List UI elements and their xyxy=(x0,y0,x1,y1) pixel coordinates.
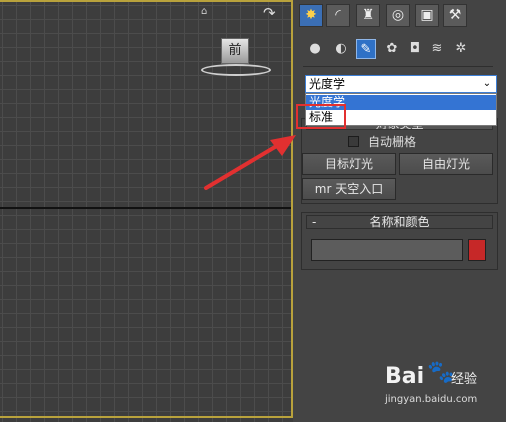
name-color-header[interactable]: - 名称和颜色 xyxy=(306,215,493,229)
light-type-dropdown[interactable]: 光度学 ⌄ xyxy=(305,75,497,93)
annotation-highlight-box xyxy=(296,104,346,129)
shapes-icon[interactable]: ◐ xyxy=(331,39,351,59)
autogrid-label: 自动栅格 xyxy=(368,135,417,149)
watermark-jingyan: 经验 xyxy=(451,372,478,387)
annotation-arrow xyxy=(204,135,296,190)
category-divider xyxy=(303,66,493,67)
utilities-icon: ⚒ xyxy=(448,7,462,23)
spacewarps-icon[interactable]: ≋ xyxy=(427,39,447,59)
cameras-icon[interactable]: ✿ xyxy=(382,39,402,59)
modify-icon: ◜ xyxy=(335,7,341,23)
viewcube-ring[interactable] xyxy=(201,64,271,76)
object-type-rollout: 对象类型 自动栅格 目标灯光 自由灯光 mr 天空入口 xyxy=(301,118,498,204)
name-color-title: 名称和颜色 xyxy=(369,215,430,229)
hierarchy-tab[interactable]: ♜ xyxy=(356,4,380,27)
display-tab[interactable]: ▣ xyxy=(415,4,439,27)
viewcube-front-face[interactable]: 前 xyxy=(221,38,249,64)
modify-tab[interactable]: ◜ xyxy=(326,4,350,27)
chevron-down-icon[interactable]: ⌄ xyxy=(481,76,493,92)
target-light-button[interactable]: 目标灯光 xyxy=(302,153,396,175)
watermark-brand: Bai xyxy=(385,364,425,389)
autogrid-checkbox[interactable] xyxy=(348,136,359,147)
orbit-icon[interactable]: ↷ xyxy=(263,4,283,24)
watermark-url: jingyan.baidu.com xyxy=(385,394,478,405)
motion-icon: ◎ xyxy=(391,7,405,23)
free-light-button[interactable]: 自由灯光 xyxy=(399,153,493,175)
hierarchy-icon: ♜ xyxy=(361,7,375,23)
create-tab[interactable]: ✸ xyxy=(299,4,323,27)
front-viewport[interactable]: ⌂ ↷ 前 xyxy=(0,0,293,422)
helpers-icon[interactable]: ◘ xyxy=(405,39,425,59)
motion-tab[interactable]: ◎ xyxy=(386,4,410,27)
create-icon: ✸ xyxy=(305,7,317,23)
geometry-icon[interactable]: ● xyxy=(305,39,325,59)
object-name-input[interactable] xyxy=(311,239,463,261)
home-icon[interactable]: ⌂ xyxy=(201,6,213,18)
mr-sky-portal-button[interactable]: mr 天空入口 xyxy=(302,178,396,200)
viewcube[interactable]: 前 xyxy=(199,34,273,80)
lights-icon[interactable]: ✎ xyxy=(356,39,376,59)
systems-icon[interactable]: ✲ xyxy=(451,39,471,59)
baidu-watermark: Bai 🐾 经验 jingyan.baidu.com xyxy=(383,356,503,416)
collapse-icon[interactable]: - xyxy=(312,216,316,228)
utilities-tab[interactable]: ⚒ xyxy=(443,4,467,27)
world-axis-line xyxy=(0,207,291,209)
dropdown-selected-value: 光度学 xyxy=(309,77,346,91)
name-color-rollout: - 名称和颜色 xyxy=(301,212,498,270)
object-color-swatch[interactable] xyxy=(468,239,486,261)
display-icon: ▣ xyxy=(420,7,434,23)
